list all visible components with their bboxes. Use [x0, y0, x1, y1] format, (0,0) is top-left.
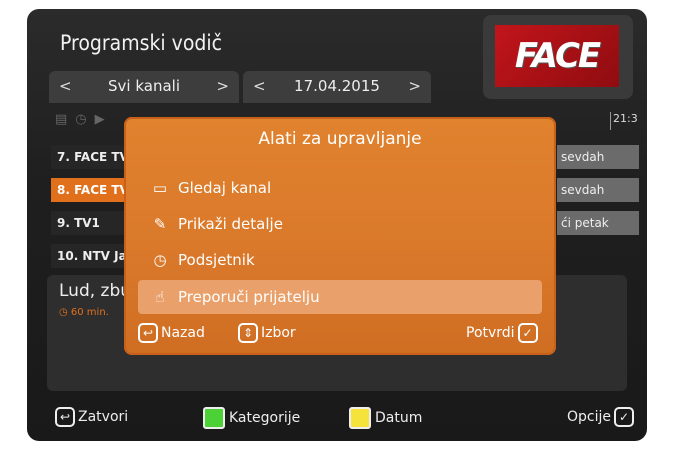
close-label: Zatvori: [78, 409, 129, 425]
green-key-icon: [203, 407, 225, 429]
clock-icon: ◷: [59, 307, 71, 318]
categories-button[interactable]: Kategorije: [203, 407, 300, 429]
back-icon: ↩: [55, 407, 75, 427]
date-button[interactable]: Datum: [349, 407, 422, 429]
channel-logo-panel: FACE: [483, 15, 633, 99]
guide-icons-row: ▤◷▶: [55, 112, 113, 127]
channel-group-value: Svi kanali: [108, 77, 180, 95]
tv-screen: Programski vodič FACE < Svi kanali > < 1…: [27, 9, 647, 441]
duration-value: 60 min.: [70, 307, 109, 318]
menu-item-show-details[interactable]: ✎ Prikaži detalje: [138, 207, 542, 241]
options-label: Opcije: [567, 409, 611, 425]
checkmark-icon: ✓: [517, 323, 538, 343]
program-duration: ◷ 60 min.: [59, 307, 109, 318]
back-icon: ↩: [138, 323, 158, 343]
select-button[interactable]: ⇕ Izbor: [238, 323, 296, 343]
edit-icon: ✎: [153, 215, 167, 233]
clock-icon: ◷: [153, 251, 167, 269]
menu-item-recommend[interactable]: ☝ Preporuči prijatelju: [138, 280, 542, 314]
program-cell[interactable]: ći petak: [557, 211, 639, 235]
program-title: Lud, zbu: [59, 281, 132, 301]
face-tv-logo: FACE: [495, 25, 619, 87]
menu-item-label: Gledaj kanal: [178, 179, 272, 197]
date-selector[interactable]: < 17.04.2015 >: [243, 71, 431, 103]
confirm-button[interactable]: Potvrdi ✓: [466, 323, 538, 343]
page-title: Programski vodič: [60, 31, 223, 55]
menu-item-label: Prikaži detalje: [178, 215, 283, 233]
date-label: Datum: [375, 410, 423, 426]
dialog-title: Alati za upravljanje: [258, 129, 422, 149]
alarm-icon: ◷: [75, 112, 95, 127]
yellow-key-icon: [349, 407, 371, 429]
confirm-label: Potvrdi: [466, 325, 515, 341]
options-button[interactable]: Opcije ✓: [567, 407, 637, 427]
checkmark-icon: ✓: [614, 407, 634, 427]
channel-group-selector[interactable]: < Svi kanali >: [49, 71, 239, 103]
tv-icon: ▭: [152, 179, 168, 197]
menu-item-watch-channel[interactable]: ▭ Gledaj kanal: [138, 171, 542, 205]
close-button[interactable]: ↩ Zatvori: [55, 407, 128, 427]
back-button[interactable]: ↩ Nazad: [138, 323, 205, 343]
management-tools-dialog: Alati za upravljanje ▭ Gledaj kanal ✎ Prik…: [124, 117, 556, 355]
play-icon: ▶: [94, 112, 113, 127]
time-marker: 21:3: [610, 112, 638, 130]
program-cell[interactable]: sevdah: [557, 145, 639, 169]
calendar-icon: ▤: [55, 112, 76, 127]
categories-label: Kategorije: [229, 410, 301, 426]
chevron-right-icon[interactable]: >: [216, 77, 229, 95]
program-cell[interactable]: sevdah: [557, 178, 639, 202]
back-label: Nazad: [161, 325, 205, 341]
thumbs-up-icon: ☝: [155, 288, 165, 306]
chevron-right-icon[interactable]: >: [408, 77, 421, 95]
menu-item-reminder[interactable]: ◷ Podsjetnik: [138, 243, 542, 277]
up-down-icon: ⇕: [238, 323, 258, 343]
date-value: 17.04.2015: [294, 77, 380, 95]
menu-item-label: Preporuči prijatelju: [178, 288, 320, 306]
select-label: Izbor: [261, 325, 296, 341]
menu-item-label: Podsjetnik: [178, 251, 255, 269]
